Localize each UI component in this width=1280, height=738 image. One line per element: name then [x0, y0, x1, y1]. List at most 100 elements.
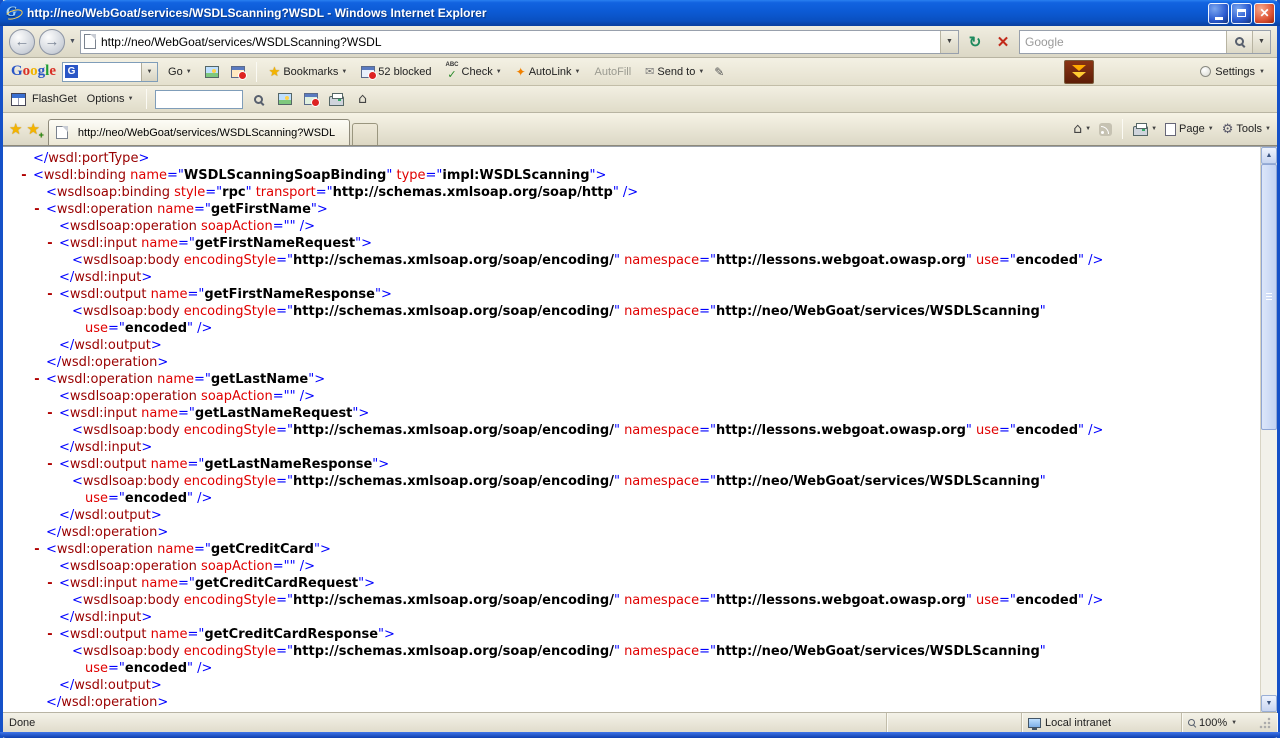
flashget-search-button[interactable]	[249, 89, 269, 109]
xml-line: <wsdlsoap:body encodingStyle="http://sch…	[20, 422, 1260, 439]
collapse-toggle[interactable]: -	[46, 405, 59, 422]
collapse-toggle[interactable]: -	[46, 626, 59, 643]
collapse-toggle[interactable]: -	[33, 201, 46, 218]
forward-button[interactable]: →	[39, 29, 65, 55]
address-bar[interactable]: ▼	[80, 30, 959, 54]
search-input[interactable]	[1020, 35, 1226, 49]
new-tab-button[interactable]	[352, 123, 378, 145]
stop-button[interactable]: ✕	[991, 30, 1015, 54]
minimize-button[interactable]	[1208, 3, 1229, 24]
zoom-pane[interactable]: 100% ▼	[1182, 713, 1277, 732]
zoom-icon	[1188, 719, 1195, 726]
xml-token: use	[972, 253, 999, 268]
home-icon: ⌂	[358, 91, 367, 107]
xml-token: wsdlsoap:operation	[70, 219, 197, 234]
print-menu-button[interactable]: ▼	[1133, 122, 1157, 136]
resize-grip[interactable]	[1259, 717, 1271, 729]
collapse-toggle[interactable]: -	[46, 235, 59, 252]
scroll-down-button[interactable]: ▼	[1261, 695, 1277, 712]
search-options-dropdown[interactable]: ▼	[1252, 31, 1270, 53]
collapse-toggle[interactable]: -	[46, 286, 59, 303]
xml-token: http://lessons.webgoat.owasp.org	[716, 593, 966, 608]
collapse-toggle[interactable]: -	[20, 167, 33, 184]
settings-button[interactable]: Settings ▼	[1196, 63, 1269, 81]
xml-token: encodingStyle	[180, 253, 276, 268]
chevron-down-icon: ▼	[1231, 720, 1237, 726]
close-button[interactable]: ✕	[1254, 3, 1275, 24]
media-grab-button[interactable]	[275, 89, 295, 109]
tab-active[interactable]: http://neo/WebGoat/services/WSDLScanning…	[48, 119, 350, 145]
xml-token: >	[157, 525, 168, 540]
home-button[interactable]: ⌂	[353, 89, 373, 109]
search-box[interactable]: ▼	[1019, 30, 1271, 54]
google-go-button[interactable]: Go ▼	[164, 63, 196, 81]
xml-token: wsdlsoap:body	[83, 474, 180, 489]
site-explorer-button[interactable]	[301, 89, 321, 109]
xml-token: wsdl:operation	[57, 542, 153, 557]
favorites-center-button[interactable]: ★	[9, 120, 22, 138]
print-button[interactable]	[327, 89, 347, 109]
refresh-button[interactable]: ↻	[963, 30, 987, 54]
collapse-toggle[interactable]: -	[46, 575, 59, 592]
google-logo-letter: G	[11, 63, 23, 79]
google-combo-dropdown[interactable]: ▼	[141, 63, 157, 81]
autofill-button[interactable]: AutoFill	[590, 63, 635, 81]
collapse-toggle[interactable]: -	[33, 541, 46, 558]
address-input[interactable]	[101, 35, 940, 49]
xml-token: ="	[999, 423, 1016, 438]
spellcheck-button[interactable]: ABC✓ Check ▼	[442, 59, 506, 84]
xml-token: encodingStyle	[180, 304, 276, 319]
tools-menu-button[interactable]: ⚙ Tools ▼	[1222, 122, 1271, 137]
xml-line: <wsdlsoap:body encodingStyle="http://sch…	[20, 303, 1260, 320]
xml-token: name	[153, 372, 194, 387]
address-dropdown-button[interactable]: ▼	[940, 31, 958, 53]
collapse-toggle[interactable]: -	[46, 456, 59, 473]
page-info-icon[interactable]	[228, 62, 248, 82]
collapse-toggle[interactable]: -	[33, 371, 46, 388]
xml-token: encodingStyle	[180, 474, 276, 489]
chevron-down-icon: ▼	[186, 69, 192, 75]
flashget-search-input[interactable]	[155, 90, 243, 109]
add-favorite-button[interactable]: ★+	[26, 120, 39, 138]
xml-token: http://schemas.xmlsoap.org/soap/http	[333, 185, 613, 200]
flashget-download-button[interactable]	[1064, 60, 1094, 84]
maximize-button[interactable]	[1231, 3, 1252, 24]
xml-token: <	[59, 236, 70, 251]
status-empty-pane	[887, 713, 1022, 732]
recent-pages-dropdown[interactable]: ▼	[69, 38, 76, 45]
minimize-icon	[1215, 17, 1223, 20]
xml-line: <wsdlsoap:body encodingStyle="http://sch…	[20, 592, 1260, 609]
xml-line: </wsdl:input>	[20, 609, 1260, 626]
xml-token: <	[46, 542, 57, 557]
xml-token: use	[972, 423, 999, 438]
page-menu-button[interactable]: Page ▼	[1165, 123, 1214, 136]
xml-token: >	[157, 355, 168, 370]
maximize-icon	[1237, 9, 1246, 17]
title-bar: G http://neo/WebGoat/services/WSDLScanni…	[0, 0, 1280, 26]
popup-blocker-button[interactable]: 52 blocked	[357, 63, 435, 81]
xml-line: <wsdlsoap:operation soapAction="" />	[20, 388, 1260, 405]
chevron-down-icon: ▼	[698, 69, 704, 75]
feeds-button[interactable]	[1099, 123, 1112, 136]
search-site-icon[interactable]	[202, 62, 222, 82]
back-button[interactable]: ←	[9, 29, 35, 55]
highlighter-icon[interactable]: ✎	[714, 65, 724, 79]
xml-line: </wsdl:input>	[20, 269, 1260, 286]
xml-line: -<wsdl:input name="getCreditCardRequest"…	[20, 575, 1260, 592]
bookmarks-button[interactable]: ★ Bookmarks ▼	[265, 61, 352, 83]
vertical-scrollbar[interactable]: ▲ ▼	[1260, 147, 1277, 712]
search-icon	[1235, 37, 1244, 46]
arrow-up-icon: ▲	[1266, 152, 1273, 159]
status-text: Done	[9, 717, 35, 729]
send-to-button[interactable]: ✉ Send to ▼	[641, 62, 708, 81]
search-go-button[interactable]	[1226, 31, 1252, 53]
xml-line: use="encoded" />	[20, 490, 1260, 507]
google-search-combo[interactable]: G ▼	[62, 62, 158, 82]
scrollbar-thumb[interactable]	[1261, 164, 1277, 430]
home-menu-button[interactable]: ⌂ ▼	[1073, 121, 1091, 137]
autolink-button[interactable]: ✦ AutoLink ▼	[512, 62, 585, 82]
xml-token: ="" />	[273, 389, 315, 404]
scroll-up-button[interactable]: ▲	[1261, 147, 1277, 164]
xml-token: encoded	[125, 491, 187, 506]
flashget-options-button[interactable]: Options ▼	[83, 90, 138, 108]
